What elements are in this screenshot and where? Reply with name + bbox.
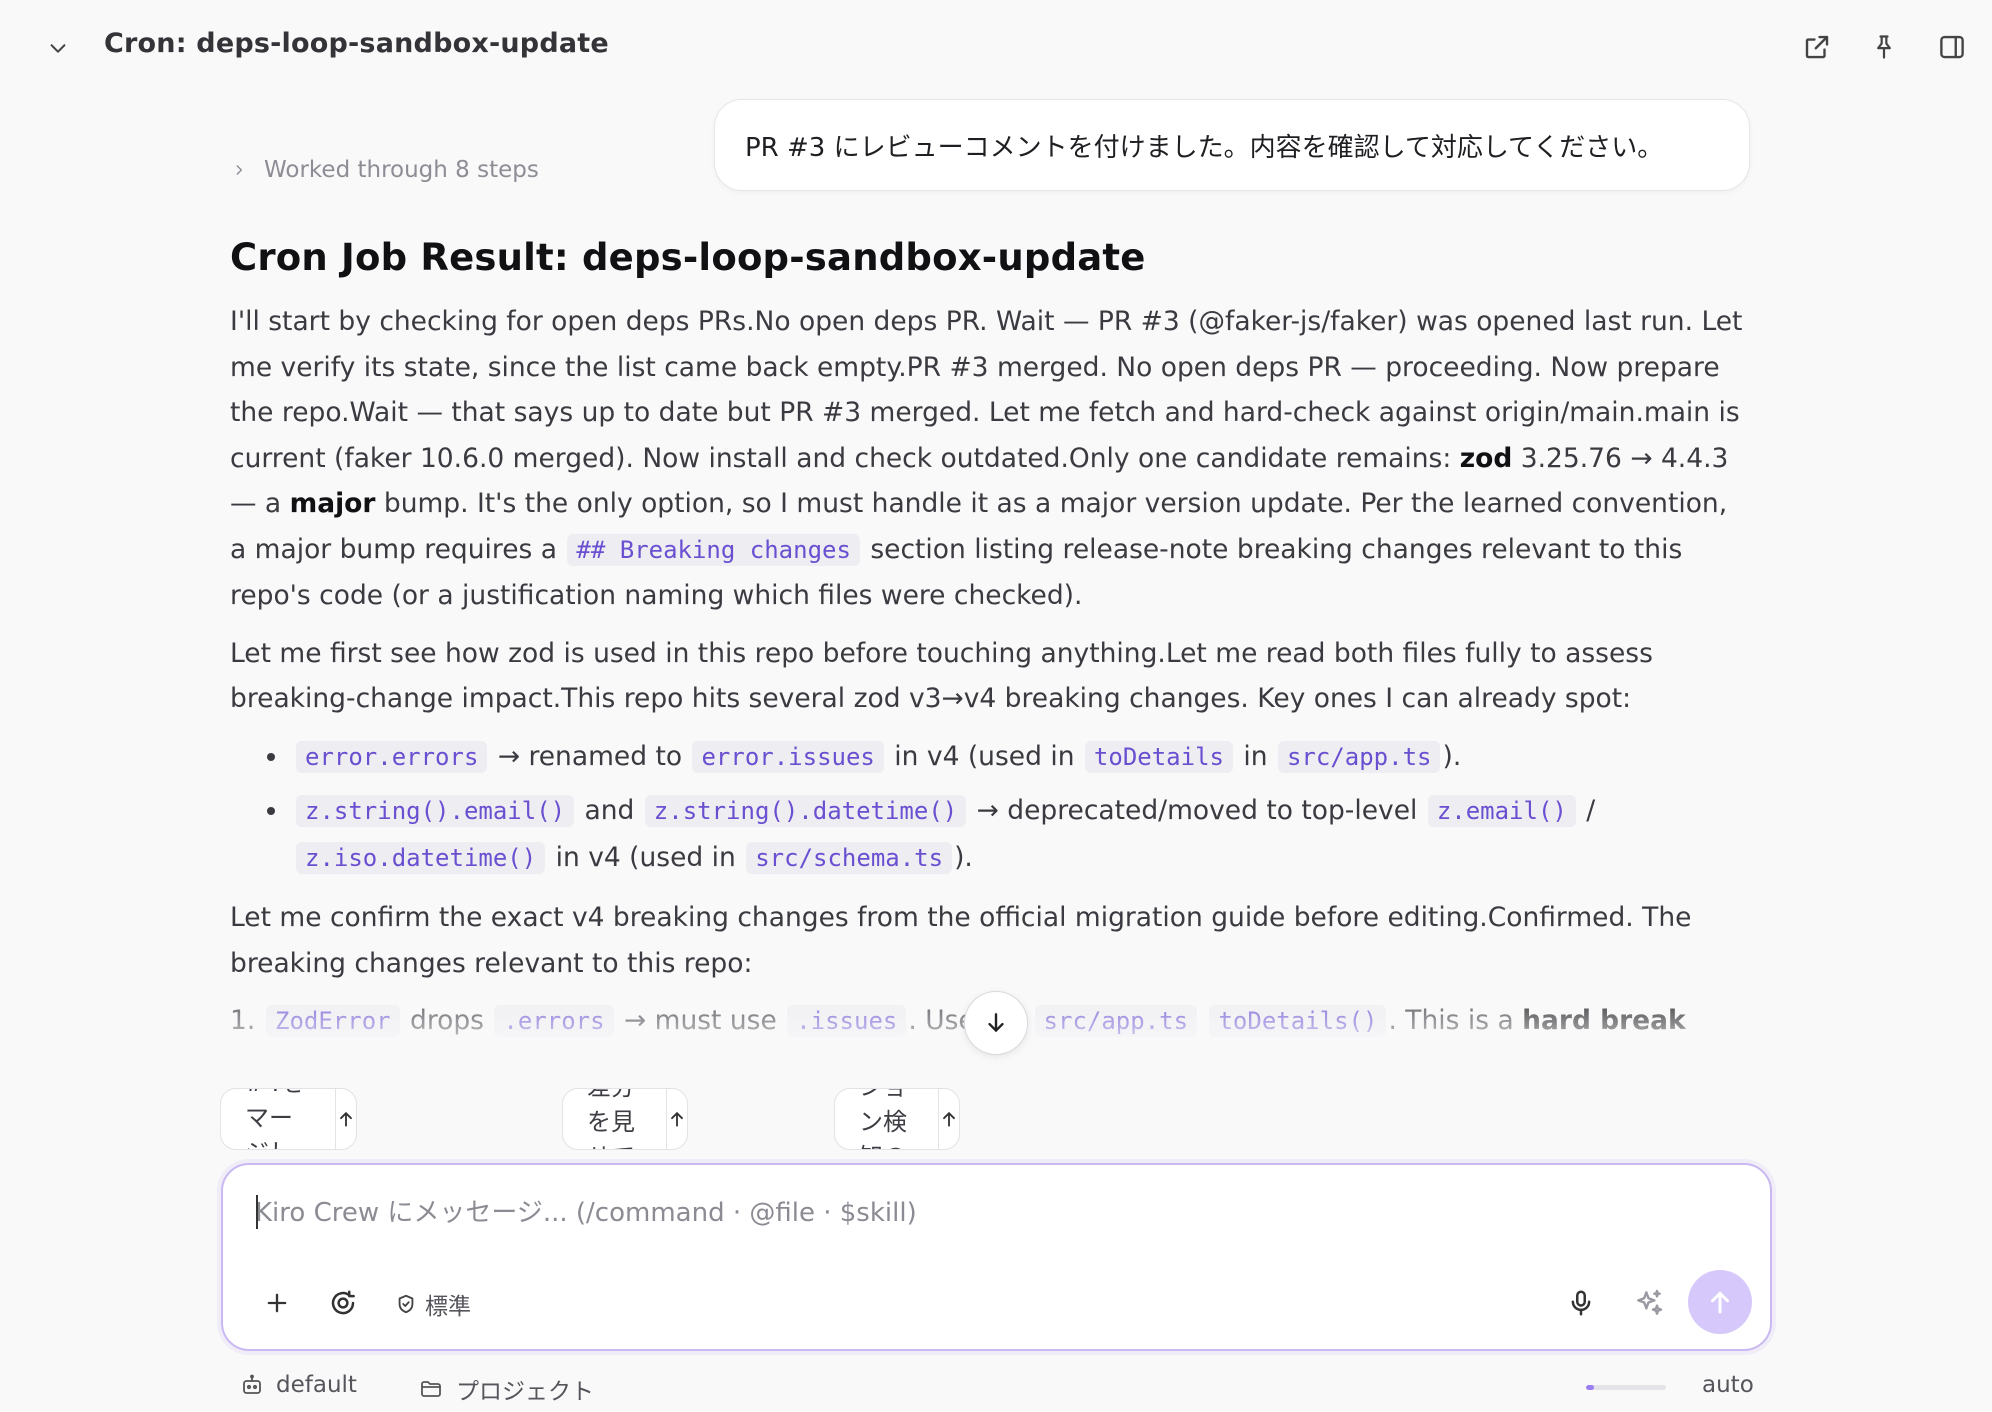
arrow-up-icon bbox=[943, 1112, 955, 1127]
bold-text: zod bbox=[1459, 442, 1513, 474]
inline-code: ZodError bbox=[266, 1005, 400, 1037]
pin-icon[interactable] bbox=[1863, 26, 1905, 68]
inline-code: src/app.ts bbox=[1277, 740, 1441, 773]
text-run: . This is a bbox=[1388, 1005, 1523, 1036]
inline-code: src/schema.ts bbox=[746, 841, 953, 874]
paragraph-1: I'll start by checking for open deps PRs… bbox=[230, 299, 1750, 619]
mode-selector[interactable]: 標準 bbox=[395, 1287, 471, 1321]
text-run: ). bbox=[1442, 740, 1462, 772]
list-item: error.errors → renamed to error.issues i… bbox=[267, 734, 1750, 781]
chevron-down-icon[interactable] bbox=[40, 30, 76, 66]
text-run: in v4 (used in bbox=[547, 841, 745, 873]
bold-text: major bbox=[289, 488, 376, 519]
assistant-response: Cron Job Result: deps-loop-sandbox-updat… bbox=[230, 236, 1750, 1056]
sidebar-toggle-icon[interactable] bbox=[1931, 26, 1973, 68]
suggestion-chip: 差分を見せて bbox=[562, 1088, 688, 1150]
user-message-bubble: PR #3 にレビューコメントを付けました。内容を確認して対応してください。 bbox=[714, 99, 1750, 191]
mode-label: 標準 bbox=[425, 1294, 471, 1320]
result-title: Cron Job Result: deps-loop-sandbox-updat… bbox=[230, 236, 1146, 279]
list-item: z.string().email() and z.string().dateti… bbox=[267, 788, 1750, 881]
external-link-icon[interactable] bbox=[1796, 26, 1838, 68]
inline-code: error.errors bbox=[296, 740, 488, 773]
suggestion-send-button[interactable] bbox=[666, 1089, 687, 1149]
suggestion-chip: このリグレッション検知の経緯を詳しく bbox=[834, 1088, 960, 1150]
suggestion-label[interactable]: このリグレッション検知の経緯を詳しく bbox=[835, 1089, 938, 1149]
microphone-icon[interactable] bbox=[1559, 1281, 1603, 1325]
text-run: → must use bbox=[615, 1005, 786, 1036]
app-root: Cron: deps-loop-sandbox-update PR #3 にレビ… bbox=[0, 0, 1992, 1412]
arrow-up-icon bbox=[671, 1112, 683, 1127]
header: Cron: deps-loop-sandbox-update bbox=[0, 0, 1992, 92]
suggestion-label[interactable]: PR #4をマージして bbox=[221, 1089, 335, 1149]
steps-label: Worked through 8 steps bbox=[264, 157, 539, 183]
steps-toggle[interactable]: Worked through 8 steps bbox=[232, 157, 539, 183]
paragraph-3: Let me confirm the exact v4 breaking cha… bbox=[230, 902, 1692, 979]
agent-label: default bbox=[276, 1372, 357, 1398]
chevron-right-icon bbox=[236, 165, 243, 175]
scroll-to-bottom-button[interactable] bbox=[964, 991, 1028, 1055]
agent-selector[interactable]: default bbox=[240, 1372, 357, 1398]
bullet-list: error.errors → renamed to error.issues i… bbox=[230, 734, 1750, 882]
inline-code: z.string().datetime() bbox=[644, 795, 967, 827]
message-composer: 標準 bbox=[221, 1163, 1772, 1351]
inline-code: toDetails() bbox=[1209, 1005, 1387, 1037]
inline-code: z.string().email() bbox=[296, 795, 575, 827]
project-label: プロジェクト bbox=[456, 1379, 594, 1405]
inline-code: .issues bbox=[787, 1005, 907, 1037]
suggestion-label[interactable]: 差分を見せて bbox=[563, 1089, 666, 1149]
text-run: in v4 (used in bbox=[885, 740, 1083, 772]
text-run: in bbox=[1234, 740, 1276, 772]
bold-text: hard break bbox=[1522, 1005, 1686, 1036]
context-usage-fill bbox=[1586, 1385, 1594, 1390]
text-run: and bbox=[576, 795, 643, 826]
inline-code: toDetails bbox=[1084, 740, 1233, 773]
suggestion-send-button[interactable] bbox=[335, 1089, 356, 1149]
shield-icon bbox=[398, 1294, 414, 1314]
inline-code: z.email() bbox=[1427, 795, 1576, 827]
text-run: → renamed to bbox=[489, 740, 691, 772]
arrow-up-icon bbox=[1711, 1291, 1729, 1314]
user-message-text: PR #3 にレビューコメントを付けました。内容を確認して対応してください。 bbox=[745, 132, 1664, 163]
paragraph-2: Let me first see how zod is used in this… bbox=[230, 637, 1653, 715]
inline-code: z.iso.datetime() bbox=[296, 841, 546, 874]
page-title: Cron: deps-loop-sandbox-update bbox=[104, 28, 609, 59]
message-input[interactable] bbox=[255, 1191, 1655, 1235]
text-run: → deprecated/moved to top-level bbox=[968, 795, 1426, 826]
send-button[interactable] bbox=[1688, 1270, 1752, 1334]
context-usage-bar bbox=[1586, 1385, 1666, 1390]
refresh-target-icon[interactable] bbox=[323, 1283, 363, 1323]
suggestion-send-button[interactable] bbox=[938, 1089, 959, 1149]
arrow-down-icon bbox=[988, 1013, 1004, 1032]
list-number: 1. bbox=[230, 1005, 256, 1036]
text-run: drops bbox=[401, 1005, 493, 1036]
model-auto-label[interactable]: auto bbox=[1702, 1372, 1754, 1398]
text-run: ). bbox=[954, 841, 973, 873]
suggestion-chip: PR #4をマージして bbox=[220, 1088, 358, 1150]
inline-code: ## Breaking changes bbox=[567, 533, 860, 566]
text-caret bbox=[256, 1195, 258, 1229]
project-selector[interactable]: プロジェクト bbox=[418, 1372, 594, 1406]
inline-code: error.issues bbox=[692, 740, 884, 773]
sparkles-icon[interactable] bbox=[1627, 1281, 1671, 1325]
text-run: / bbox=[1577, 795, 1596, 826]
inline-code: .errors bbox=[494, 1005, 614, 1037]
robot-icon bbox=[243, 1374, 261, 1394]
inline-code: src/app.ts bbox=[1034, 1005, 1198, 1037]
folder-icon bbox=[421, 1381, 441, 1397]
arrow-up-icon bbox=[340, 1112, 353, 1127]
plus-icon[interactable] bbox=[257, 1283, 297, 1323]
